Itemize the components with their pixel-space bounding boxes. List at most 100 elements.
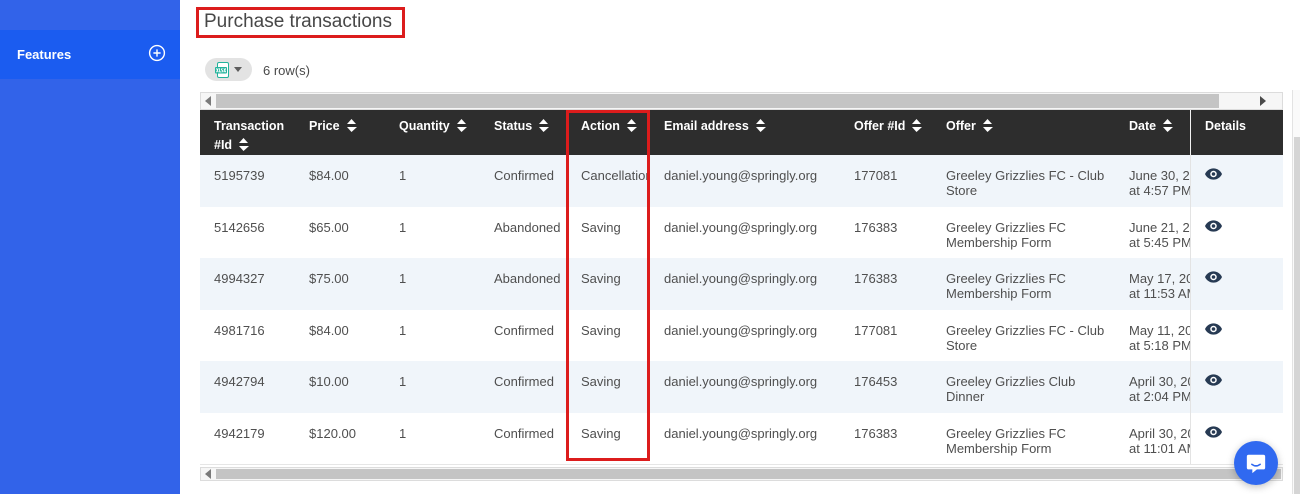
- cell-action: Cancellation: [567, 155, 650, 207]
- eye-icon: [1205, 322, 1222, 335]
- purchase-transactions-table: Transaction #Id Price Quantity Status Action…: [200, 110, 1283, 465]
- cell-offer_id: 176383: [840, 412, 932, 464]
- hscrollbar-thumb[interactable]: [216, 469, 1281, 479]
- eye-icon: [1205, 374, 1222, 386]
- cell-date: April 30, 2021 at 11:01 AM: [1115, 412, 1190, 464]
- cell-date: April 30, 2021 at 2:04 PM: [1115, 361, 1190, 413]
- sort-icon[interactable]: [1162, 119, 1174, 132]
- scroll-left-arrow-icon[interactable]: [201, 468, 215, 480]
- sidebar: Features: [0, 0, 180, 494]
- column-header-offer[interactable]: Offer: [932, 110, 1115, 155]
- scroll-right-arrow-icon[interactable]: [1256, 93, 1270, 109]
- cell-action: Saving: [567, 361, 650, 413]
- cell-date: May 11, 2021 at 5:18 PM: [1115, 309, 1190, 361]
- cell-offer_id: 176383: [840, 206, 932, 258]
- cell-status: Confirmed: [480, 412, 567, 464]
- cell-offer_id: 177081: [840, 309, 932, 361]
- cell-status: Confirmed: [480, 309, 567, 361]
- chevron-down-icon: [234, 67, 242, 72]
- column-header-label: Transaction #Id: [214, 119, 285, 152]
- intercom-chat-button[interactable]: [1234, 441, 1278, 485]
- cell-email: daniel.young@springly.org: [650, 155, 840, 207]
- cell-status: Confirmed: [480, 155, 567, 207]
- xlsx-export-icon: [215, 61, 229, 78]
- cell-offer_id: 176453: [840, 361, 932, 413]
- cell-offer: Greeley Grizzlies FC - Club Store: [932, 309, 1115, 361]
- cell-offer_id: 177081: [840, 155, 932, 207]
- cell-quantity: 1: [385, 309, 480, 361]
- scroll-left-arrow-icon[interactable]: [201, 93, 215, 109]
- cell-transaction_id: 5195739: [200, 155, 295, 207]
- cell-quantity: 1: [385, 206, 480, 258]
- export-xlsx-button[interactable]: [205, 58, 252, 81]
- eye-icon: [1205, 425, 1222, 438]
- cell-quantity: 1: [385, 155, 480, 207]
- cell-offer_id: 176383: [840, 258, 932, 310]
- cell-transaction_id: 4981716: [200, 309, 295, 361]
- cell-action: Saving: [567, 309, 650, 361]
- column-header-date[interactable]: Date: [1115, 110, 1190, 155]
- column-header-email[interactable]: Email address: [650, 110, 840, 155]
- column-header-action[interactable]: Action: [567, 110, 650, 155]
- column-header-offer_id[interactable]: Offer #Id: [840, 110, 932, 155]
- cell-email: daniel.young@springly.org: [650, 412, 840, 464]
- cell-email: daniel.young@springly.org: [650, 206, 840, 258]
- cell-quantity: 1: [385, 258, 480, 310]
- sort-icon[interactable]: [238, 137, 250, 151]
- cell-date: June 30, 2021 at 4:57 PM: [1115, 155, 1190, 207]
- view-details-button[interactable]: [1205, 219, 1222, 232]
- sort-icon[interactable]: [346, 119, 357, 132]
- cell-details: [1190, 155, 1283, 207]
- column-header-quantity[interactable]: Quantity: [385, 110, 480, 155]
- plus-circle-icon[interactable]: [148, 44, 166, 65]
- cell-action: Saving: [567, 258, 650, 310]
- cell-email: daniel.young@springly.org: [650, 309, 840, 361]
- vscrollbar-thumb[interactable]: [1294, 137, 1300, 494]
- cell-email: daniel.young@springly.org: [650, 258, 840, 310]
- view-details-button[interactable]: [1205, 168, 1222, 180]
- column-header-status[interactable]: Status: [480, 110, 567, 155]
- cell-status: Confirmed: [480, 361, 567, 413]
- column-header-label: Email address: [664, 119, 749, 133]
- cell-transaction_id: 4994327: [200, 258, 295, 310]
- cell-price: $84.00: [295, 309, 385, 361]
- hscrollbar-thumb[interactable]: [216, 94, 1219, 108]
- cell-price: $120.00: [295, 412, 385, 464]
- cell-action: Saving: [567, 412, 650, 464]
- page-vscrollbar[interactable]: [1292, 90, 1300, 494]
- sort-icon[interactable]: [538, 119, 550, 132]
- sort-icon[interactable]: [456, 119, 467, 132]
- column-header-transaction_id[interactable]: Transaction #Id: [200, 110, 295, 155]
- cell-details: [1190, 206, 1283, 258]
- intercom-chat-icon: [1245, 452, 1267, 474]
- view-details-button[interactable]: [1205, 374, 1222, 386]
- cell-offer: Greeley Grizzlies FC Membership Form: [932, 258, 1115, 310]
- table-hscrollbar-top[interactable]: [200, 92, 1283, 110]
- cell-status: Abandoned: [480, 206, 567, 258]
- view-details-button[interactable]: [1205, 425, 1222, 438]
- column-header-label: Date: [1129, 119, 1157, 133]
- eye-icon: [1205, 168, 1222, 180]
- cell-price: $10.00: [295, 361, 385, 413]
- cell-transaction_id: 4942179: [200, 412, 295, 464]
- cell-price: $65.00: [295, 206, 385, 258]
- cell-email: daniel.young@springly.org: [650, 361, 840, 413]
- column-header-label: Details: [1205, 119, 1246, 133]
- page-title: Purchase transactions: [204, 11, 392, 32]
- view-details-button[interactable]: [1205, 322, 1222, 335]
- sidebar-item-features[interactable]: Features: [0, 30, 180, 79]
- column-header-label: Action: [581, 119, 620, 133]
- column-header-price[interactable]: Price: [295, 110, 385, 155]
- table-hscrollbar-bottom[interactable]: [200, 467, 1283, 481]
- cell-date: June 21, 2021 at 5:45 PM: [1115, 206, 1190, 258]
- sort-icon[interactable]: [755, 119, 766, 132]
- sort-icon[interactable]: [626, 119, 637, 132]
- sort-icon[interactable]: [982, 119, 993, 132]
- column-header-label: Price: [309, 119, 340, 133]
- sidebar-item-label: Features: [17, 47, 72, 62]
- column-header-details: Details: [1190, 110, 1283, 155]
- cell-offer: Greeley Grizzlies FC Membership Form: [932, 206, 1115, 258]
- view-details-button[interactable]: [1205, 271, 1222, 283]
- sort-icon[interactable]: [911, 119, 923, 132]
- cell-offer: Greeley Grizzlies FC Membership Form: [932, 412, 1115, 464]
